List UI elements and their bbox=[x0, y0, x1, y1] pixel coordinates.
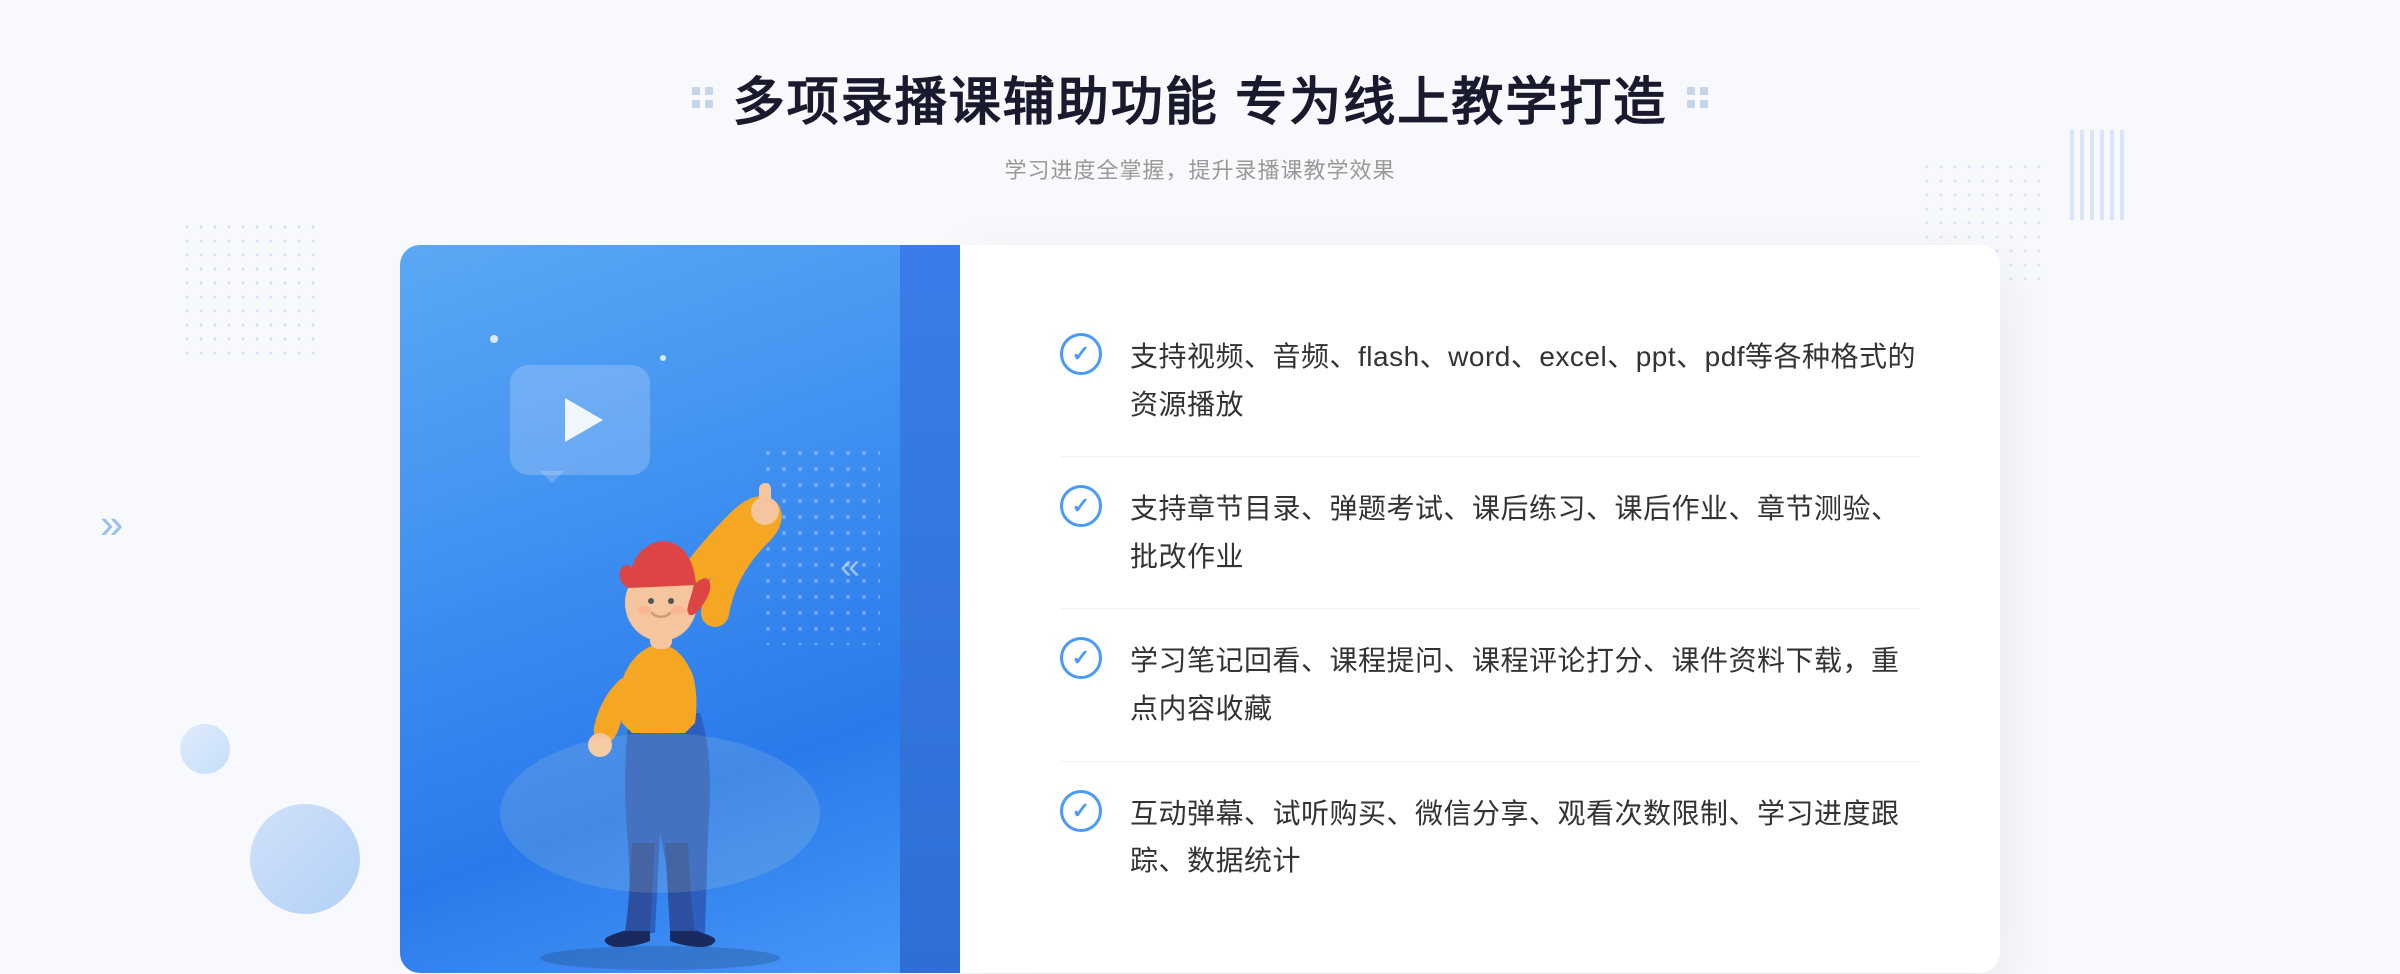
feature-text-3: 学习笔记回看、课程提问、课程评论打分、课件资料下载，重点内容收藏 bbox=[1130, 637, 1920, 732]
sparkle-1 bbox=[490, 335, 498, 343]
circle-decoration-small bbox=[180, 724, 230, 774]
page-wrapper: » 多项录播课辅助功能 专为线上教学打造 bbox=[0, 0, 2400, 974]
check-icon-1: ✓ bbox=[1060, 333, 1102, 375]
deco-dots-right bbox=[1687, 87, 1708, 108]
title-deco-right bbox=[1687, 87, 1708, 108]
arrow-decoration-left: » bbox=[100, 500, 123, 548]
main-content: « bbox=[400, 245, 2000, 973]
page-subtitle: 学习进度全掌握，提升录播课教学效果 bbox=[692, 153, 1708, 185]
sparkle-2 bbox=[660, 355, 666, 361]
dot bbox=[692, 87, 700, 95]
dot bbox=[1700, 87, 1708, 95]
feature-text-1: 支持视频、音频、flash、word、excel、ppt、pdf等各种格式的资源… bbox=[1130, 333, 1920, 428]
feature-text-4: 互动弹幕、试听购买、微信分享、观看次数限制、学习进度跟踪、数据统计 bbox=[1130, 790, 1920, 885]
page-title: 多项录播课辅助功能 专为线上教学打造 bbox=[733, 60, 1667, 135]
title-deco-left bbox=[692, 87, 713, 108]
feature-item-4: ✓ 互动弹幕、试听购买、微信分享、观看次数限制、学习进度跟踪、数据统计 bbox=[1060, 762, 1920, 913]
feature-text-2: 支持章节目录、弹题考试、课后练习、课后作业、章节测验、批改作业 bbox=[1130, 485, 1920, 580]
dot bbox=[705, 87, 713, 95]
dot bbox=[1687, 87, 1695, 95]
deco-dots-left bbox=[692, 87, 713, 108]
circle-decoration-left bbox=[250, 804, 360, 914]
check-icon-3: ✓ bbox=[1060, 637, 1102, 679]
check-mark-2: ✓ bbox=[1072, 495, 1090, 517]
person-illustration bbox=[440, 393, 880, 973]
dots-decoration-left bbox=[180, 220, 320, 360]
dot bbox=[705, 100, 713, 108]
check-icon-2: ✓ bbox=[1060, 485, 1102, 527]
right-panel: ✓ 支持视频、音频、flash、word、excel、ppt、pdf等各种格式的… bbox=[960, 245, 2000, 973]
title-row: 多项录播课辅助功能 专为线上教学打造 bbox=[692, 60, 1708, 135]
check-mark-1: ✓ bbox=[1072, 343, 1090, 365]
left-panel-bar bbox=[900, 245, 960, 973]
page-header: 多项录播课辅助功能 专为线上教学打造 学习进度全掌握，提升录播课教学效果 bbox=[692, 60, 1708, 185]
dot bbox=[1700, 100, 1708, 108]
check-icon-4: ✓ bbox=[1060, 790, 1102, 832]
stripes-decoration bbox=[2070, 130, 2130, 220]
feature-item-3: ✓ 学习笔记回看、课程提问、课程评论打分、课件资料下载，重点内容收藏 bbox=[1060, 609, 1920, 761]
left-panel: « bbox=[400, 245, 960, 973]
dot bbox=[1687, 100, 1695, 108]
check-mark-3: ✓ bbox=[1072, 647, 1090, 669]
feature-item-2: ✓ 支持章节目录、弹题考试、课后练习、课后作业、章节测验、批改作业 bbox=[1060, 457, 1920, 609]
feature-item-1: ✓ 支持视频、音频、flash、word、excel、ppt、pdf等各种格式的… bbox=[1060, 305, 1920, 457]
check-mark-4: ✓ bbox=[1072, 800, 1090, 822]
dot bbox=[692, 100, 700, 108]
